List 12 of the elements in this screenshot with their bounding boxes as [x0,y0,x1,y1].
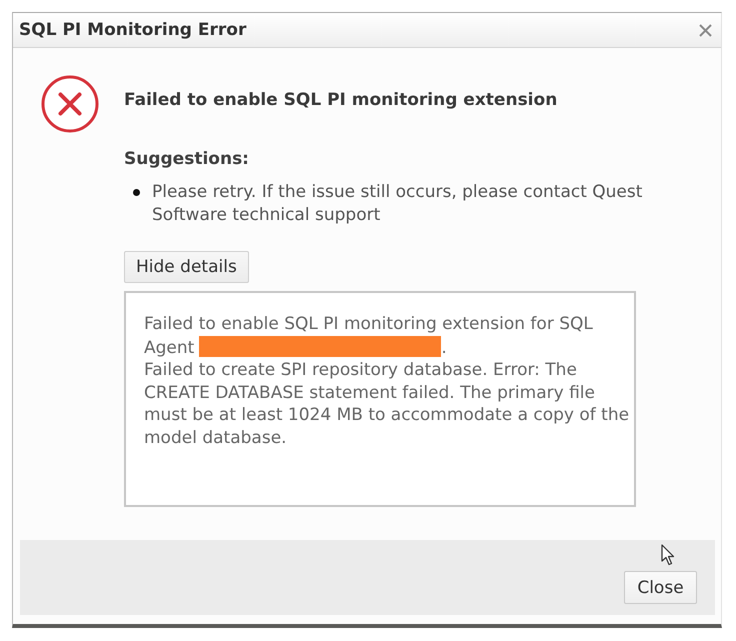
error-icon [41,75,99,133]
suggestions-title: Suggestions: [124,148,249,170]
detail-text: Failed to create SPI repository database. Error: The CREATE DATABASE statement failed. The primary file must be at least 1024 MB to accommodate a copy of the model database. [144,359,630,449]
close-icon[interactable] [699,24,712,36]
window-title: SQL PI Monitoring Error [19,20,246,40]
cursor-icon [661,544,677,566]
error-heading: Failed to enable SQL PI monitoring extension [124,89,558,111]
detail-text: Failed to enable SQL PI monitoring extension for SQL Agent . [144,313,594,359]
hide-details-button[interactable]: Hide details [124,251,249,283]
suggestion-text: Please retry. If the issue still occurs, please contact Quest Software technical support [152,181,644,227]
bullet-icon [133,189,140,196]
close-button[interactable]: Close [624,571,697,604]
